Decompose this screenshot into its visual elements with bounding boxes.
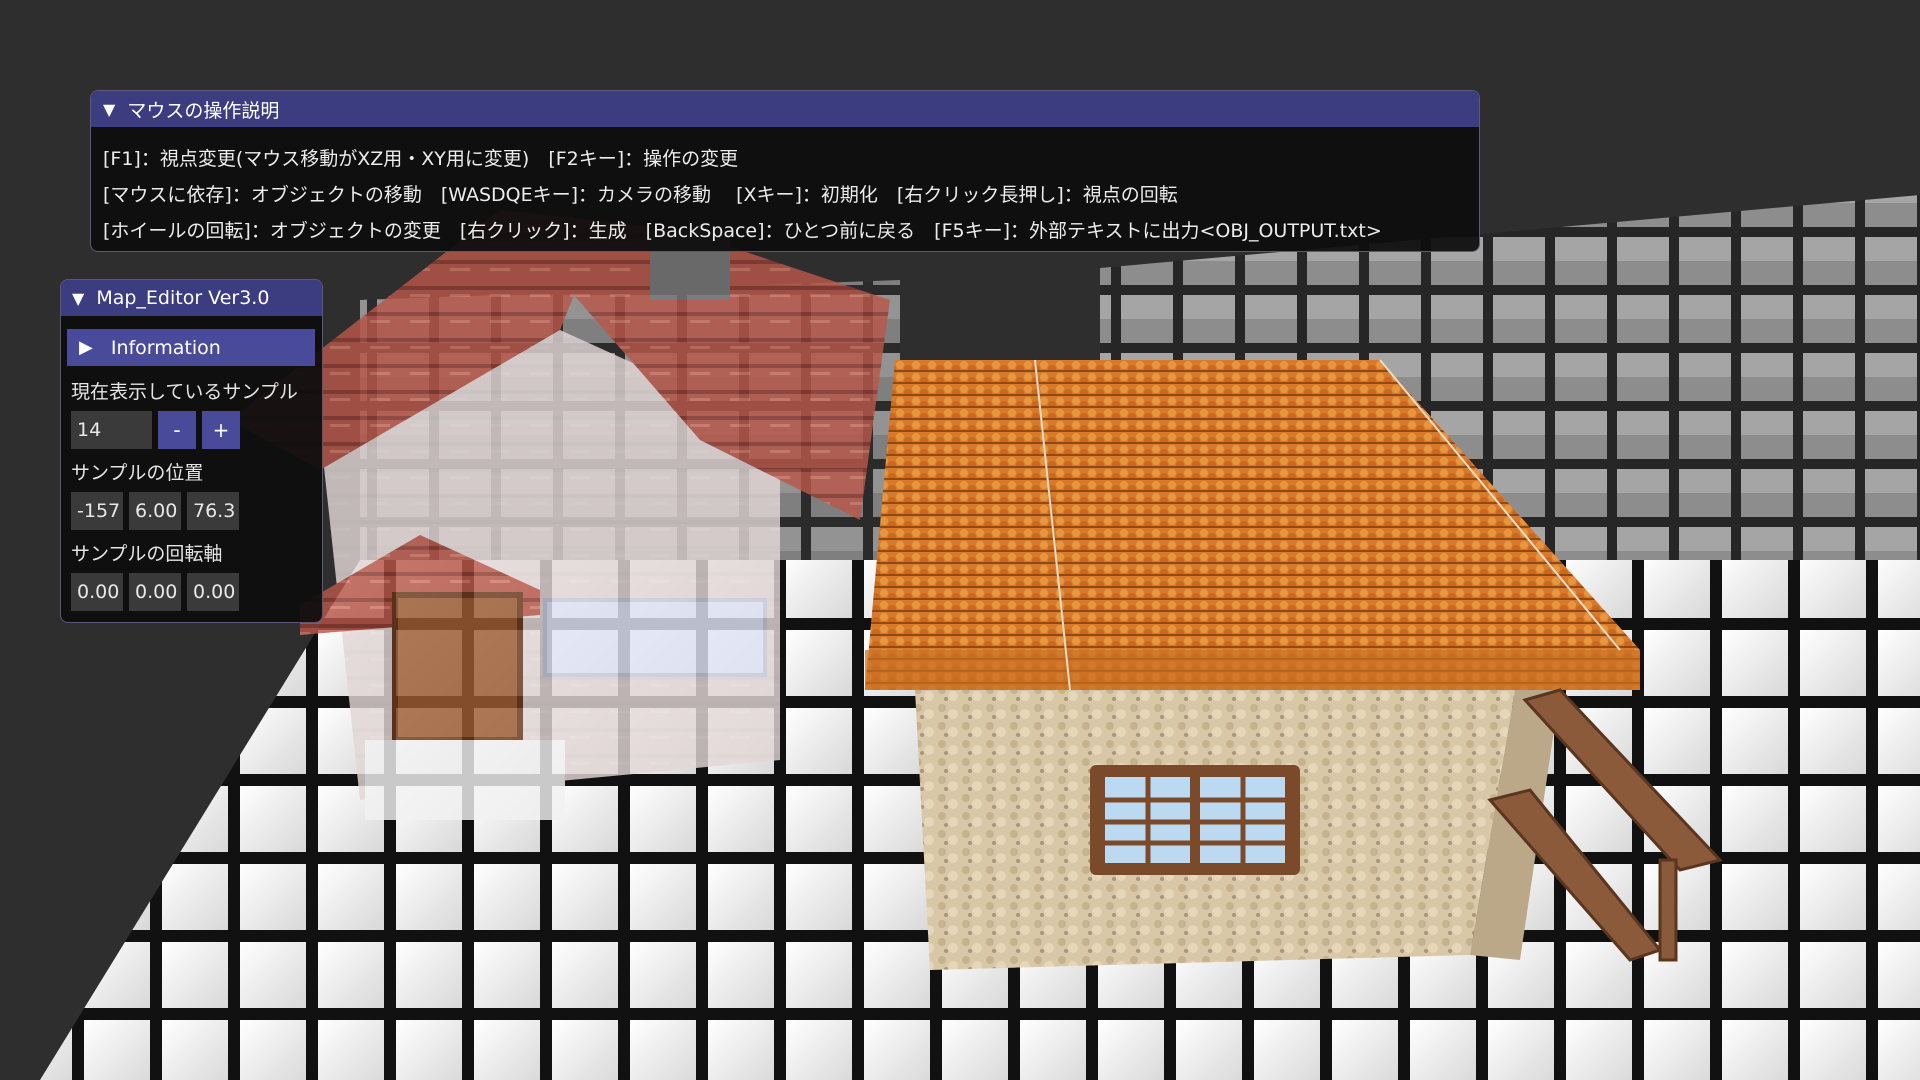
- help-line-3: [ホイールの回転]：オブジェクトの変更 [右クリック]：生成 [BackSpac…: [103, 220, 1382, 242]
- triangle-right-icon: ▶: [79, 337, 93, 358]
- mouse-help-title-bar[interactable]: ▼ マウスの操作説明: [91, 91, 1479, 127]
- sample-index-field[interactable]: 14: [71, 411, 152, 449]
- rotation-z-field[interactable]: 0.00: [187, 573, 239, 611]
- map-editor-window[interactable]: ▼ Map_Editor Ver3.0 ▶ Information 現在表示して…: [60, 279, 323, 623]
- mouse-help-window[interactable]: ▼ マウスの操作説明 [F1]：視点変更(マウス移動がXZ用・XY用に変更) […: [90, 90, 1480, 252]
- map-editor-title: Map_Editor Ver3.0: [96, 287, 270, 309]
- help-line-1: [F1]：視点変更(マウス移動がXZ用・XY用に変更) [F2キー]：操作の変更: [103, 148, 739, 170]
- information-header-label: Information: [110, 336, 221, 359]
- position-y-field[interactable]: 6.00: [129, 492, 181, 530]
- help-line-2: [マウスに依存]：オブジェクトの移動 [WASDQEキー]：カメラの移動 [Xキ…: [103, 184, 1178, 206]
- rotation-y-field[interactable]: 0.00: [129, 573, 181, 611]
- current-sample-label: 現在表示しているサンプル: [71, 381, 298, 403]
- sample-rotation-label: サンプルの回転軸: [71, 543, 223, 565]
- position-z-field[interactable]: 76.3: [187, 492, 239, 530]
- sample-decrement-button[interactable]: -: [158, 411, 196, 449]
- mouse-help-title: マウスの操作説明: [127, 99, 280, 122]
- information-header[interactable]: ▶ Information: [67, 329, 315, 366]
- sample-position-label: サンプルの位置: [71, 462, 204, 484]
- triangle-down-icon[interactable]: ▼: [72, 289, 84, 308]
- rotation-x-field[interactable]: 0.00: [71, 573, 123, 611]
- triangle-down-icon[interactable]: ▼: [103, 100, 115, 119]
- position-x-field[interactable]: -157: [71, 492, 123, 530]
- sample-increment-button[interactable]: +: [202, 411, 240, 449]
- map-editor-title-bar[interactable]: ▼ Map_Editor Ver3.0: [61, 280, 322, 316]
